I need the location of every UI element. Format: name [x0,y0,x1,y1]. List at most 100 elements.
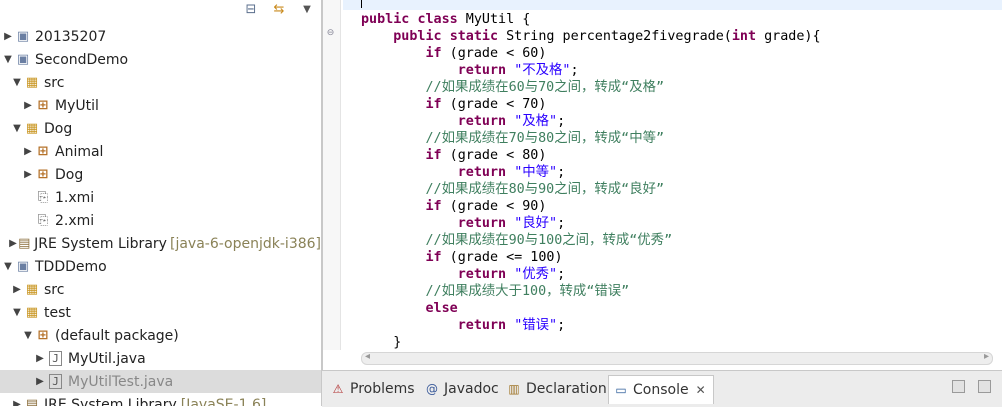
tab-problems[interactable]: ⚠ Problems [326,375,415,403]
package-explorer: ⊟ ⇆ ▼ ▶ ▣ 20135207 ▼ ▣ SecondDemo ▼ ▦ sr… [0,0,322,406]
library-icon: ▤ [18,236,31,251]
collapse-arrow-icon[interactable]: ▼ [22,330,34,341]
tree-item-20135207[interactable]: ▶ ▣ 20135207 [0,25,321,48]
close-icon[interactable]: ✕ [696,383,706,397]
expand-arrow-icon[interactable]: ▶ [8,238,17,249]
java-file-icon: J [49,351,62,366]
expand-arrow-icon[interactable]: ▶ [11,399,23,406]
package-icon: ⊞ [37,98,49,113]
tree-item-animal-package[interactable]: ▶ ⊞ Animal [0,140,321,163]
collapse-all-icon[interactable]: ⊟ [242,0,260,18]
code-line: if (grade < 60) [425,46,547,61]
link-with-editor-icon[interactable]: ⇆ [270,0,288,18]
tree-item-2-xmi[interactable]: ⎘ 2.xmi [0,209,321,232]
view-menu-icon[interactable]: ▼ [298,0,316,18]
explorer-toolbar: ⊟ ⇆ ▼ [0,0,321,22]
code-line: } [361,335,402,350]
code-line: if (grade < 70) [425,97,547,112]
code-line: //如果成绩在60与70之间，转成“及格” [361,80,665,95]
code-line: //如果成绩在80与90之间，转成“良好” [361,182,665,197]
tree-item-src[interactable]: ▼ ▦ src [0,71,321,94]
tree-item-label: SecondDemo [35,51,129,68]
code-area[interactable]: public class MyUtil { public static Stri… [343,0,1002,350]
code-line: return "错误"; [457,318,566,333]
project-icon: ▣ [16,29,30,44]
java-editor[interactable]: ⊖ public class MyUtil { public static St… [322,0,1002,370]
bottom-view-stack: ⚠ Problems @ Javadoc ▥ Declaration ▭ Con… [322,370,1002,407]
tree-item-label: MyUtilTest.java [68,373,174,390]
tree-item-default-package[interactable]: ▼ ⊞ (default package) [0,324,321,347]
tree-item-tdddemo[interactable]: ▼ ▣ TDDDemo [0,255,321,278]
code-line: return "良好"; [457,216,566,231]
fold-icon[interactable]: ⊖ [326,29,335,38]
tree-item-label: Animal [55,143,104,160]
tree-item-seconddemo[interactable]: ▼ ▣ SecondDemo [0,48,321,71]
code-line: return "不及格"; [457,63,579,78]
tree-item-suffix: [JavaSE-1.6] [180,396,267,407]
tab-label: Javadoc [444,381,499,397]
collapse-arrow-icon[interactable]: ▼ [2,261,14,272]
package-icon: ⊞ [37,328,49,343]
tree-item-label: test [44,304,71,321]
expand-arrow-icon[interactable]: ▶ [22,169,34,180]
tree-item-label: (default package) [55,327,179,344]
code-line: if (grade < 80) [425,148,547,163]
tree-item-label: Dog [55,166,84,183]
horizontal-scrollbar[interactable]: ◂ ▸ [361,351,993,365]
tree-item-label: src [44,74,65,91]
minimize-icon[interactable] [952,380,965,393]
text-caret [361,0,362,8]
tree-item-dog-folder[interactable]: ▼ ▦ Dog [0,117,321,140]
source-folder-icon: ▦ [25,282,39,297]
tree-item-suffix: [java-6-openjdk-i386] [169,235,321,252]
problems-icon: ⚠ [332,382,344,396]
xmi-file-icon: ⎘ [37,213,49,228]
expand-arrow-icon[interactable]: ▶ [34,376,46,387]
package-icon: ⊞ [37,144,49,159]
scroll-left-icon[interactable]: ◂ [365,351,370,362]
tree-item-label: MyUtil.java [68,350,146,367]
tree-item-jre-library-tdd[interactable]: ▶ ▤ JRE System Library [JavaSE-1.6] [0,393,321,407]
tree-item-test[interactable]: ▼ ▦ test [0,301,321,324]
maximize-icon[interactable] [978,380,991,393]
tab-label: Console [633,382,689,398]
current-line-highlight [343,0,1002,10]
expand-arrow-icon[interactable]: ▶ [2,31,14,42]
tree-item-label: TDDDemo [35,258,107,275]
expand-arrow-icon[interactable]: ▶ [22,100,34,111]
code-line: //如果成绩在70与80之间，转成“中等” [361,131,665,146]
editor-ruler: ⊖ [323,0,341,350]
tree-item-jre-library[interactable]: ▶ ▤ JRE System Library [java-6-openjdk-i… [0,232,321,255]
tab-label: Declaration [526,381,607,397]
tree-item-tdd-src[interactable]: ▶ ▦ src [0,278,321,301]
code-line: if (grade < 90) [425,199,547,214]
collapse-arrow-icon[interactable]: ▼ [2,54,14,65]
tree-item-myutiltest-java[interactable]: ▶ J MyUtilTest.java [0,370,321,393]
library-icon: ▤ [25,397,39,406]
console-icon: ▭ [615,383,627,397]
tab-console[interactable]: ▭ Console ✕ [608,375,714,404]
code-line: //如果成绩大于100，转成“错误” [361,284,630,299]
collapse-arrow-icon[interactable]: ▼ [11,123,23,134]
expand-arrow-icon[interactable]: ▶ [22,146,34,157]
tree-item-label: MyUtil [55,97,99,114]
java-file-icon: J [49,374,62,389]
tree-item-1-xmi[interactable]: ⎘ 1.xmi [0,186,321,209]
collapse-arrow-icon[interactable]: ▼ [11,77,23,88]
collapse-arrow-icon[interactable]: ▼ [11,307,23,318]
declaration-icon: ▥ [508,382,520,396]
expand-arrow-icon[interactable]: ▶ [34,353,46,364]
tree-item-label: 2.xmi [55,212,95,229]
scroll-right-icon[interactable]: ▸ [984,351,989,362]
tree-item-label: JRE System Library [34,235,167,252]
tab-javadoc[interactable]: @ Javadoc [420,375,499,403]
tree-item-dog-package[interactable]: ▶ ⊞ Dog [0,163,321,186]
tab-declaration[interactable]: ▥ Declaration [502,375,607,403]
tree-item-label: 1.xmi [55,189,95,206]
tab-label: Problems [350,381,415,397]
code-line: public static String percentage2fivegrad… [393,29,821,44]
tree-item-myutil-java[interactable]: ▶ J MyUtil.java [0,347,321,370]
tree-item-myutil-package[interactable]: ▶ ⊞ MyUtil [0,94,321,117]
expand-arrow-icon[interactable]: ▶ [11,284,23,295]
tree-item-label: Dog [44,120,73,137]
